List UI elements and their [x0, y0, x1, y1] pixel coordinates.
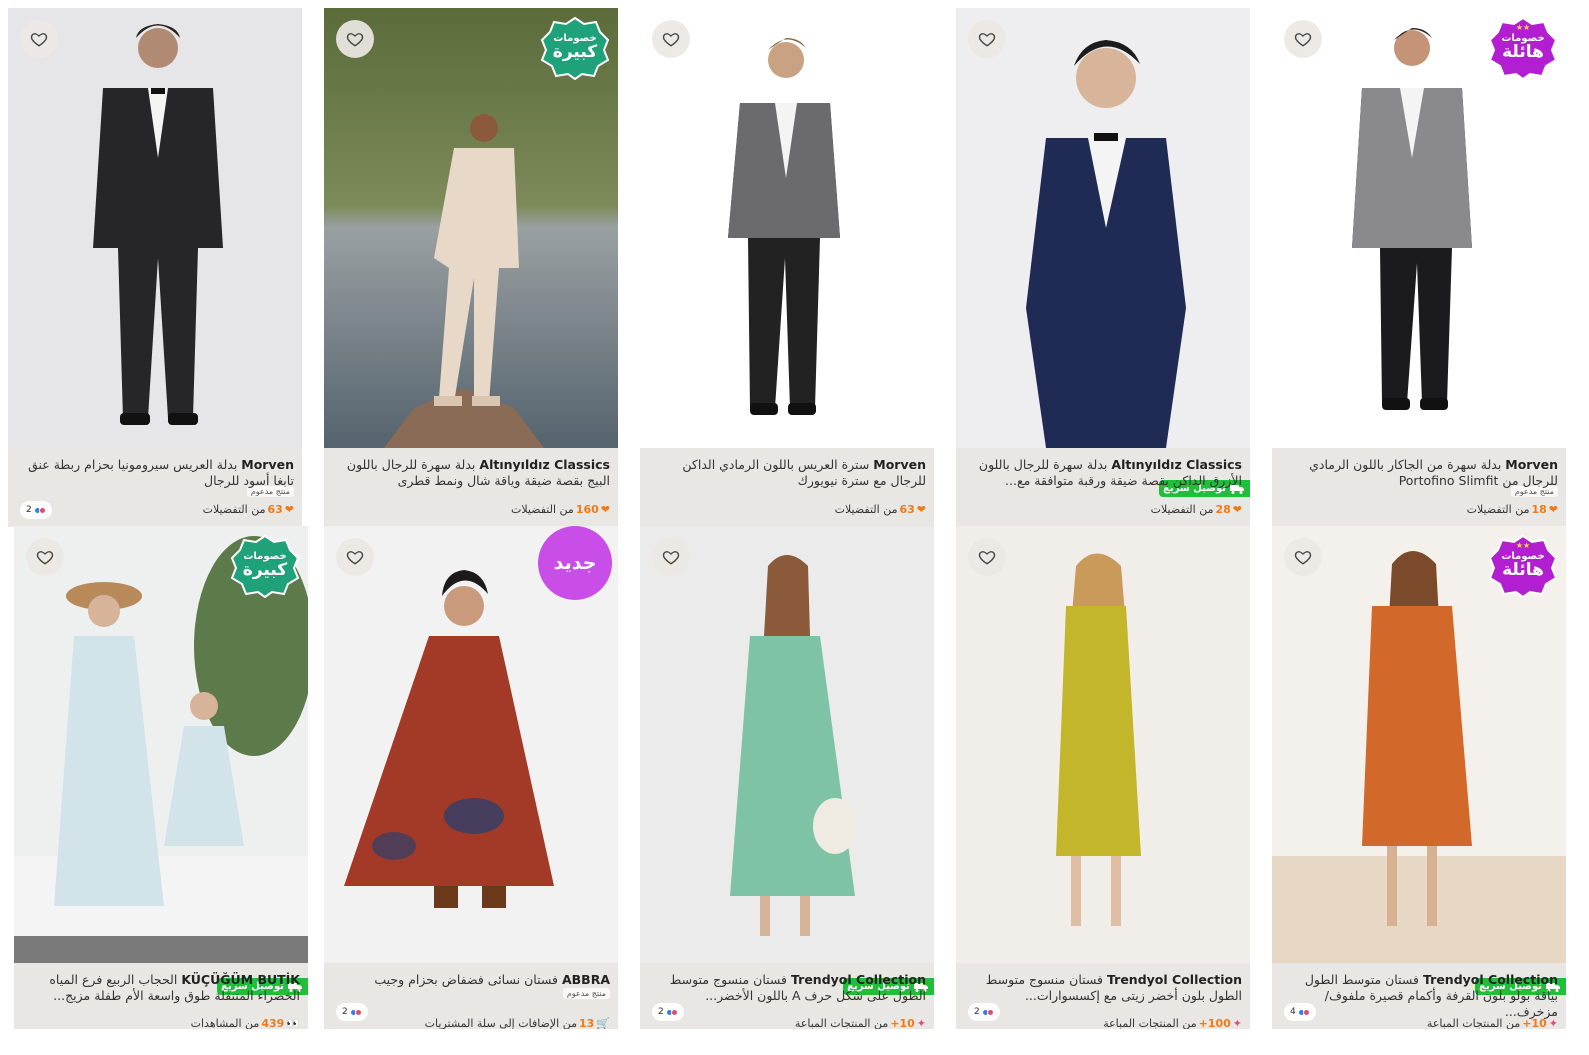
product-stat: ❤160من التفضيلات — [510, 503, 610, 516]
product-stat: ✦100+من المنتجات المباعة — [1103, 1017, 1242, 1029]
brand-name: Morven — [241, 457, 294, 472]
favorite-button[interactable] — [20, 20, 58, 58]
product-stat: ❤18من التفضيلات — [1466, 503, 1558, 516]
brand-name: Trendyol Collection — [1107, 972, 1242, 987]
favorite-button[interactable] — [1284, 20, 1322, 58]
product-name: فستان نسائى فضفاض بحزام وجيب — [374, 972, 558, 987]
brand-name: ABBRA — [561, 972, 610, 987]
product-card[interactable]: ★★ خصومات هائلة منتج مدعوم Morven بدلة سه… — [1272, 8, 1566, 527]
favorite-button[interactable] — [968, 20, 1006, 58]
product-card[interactable]: خصومات كبيرة توصيل سريع KÜÇÜĞÜM BUTİK الح… — [14, 526, 308, 1029]
brand-name: Trendyol Collection — [791, 972, 926, 987]
product-title[interactable]: Morven سترة العريس باللون الرمادي الداكن… — [650, 457, 926, 489]
discount-badge: ★★ خصومات هائلة — [1488, 534, 1558, 599]
product-image[interactable] — [640, 526, 934, 963]
favorite-button[interactable] — [336, 20, 374, 58]
heart-outline-icon — [36, 551, 54, 565]
product-card[interactable]: جديد منتج مدعوم 2 ABBRA فستان نسائى فضفا… — [324, 526, 618, 1029]
heart-outline-icon — [30, 33, 48, 47]
sponsored-label: منتج مدعوم — [562, 988, 610, 999]
favorite-button[interactable] — [652, 538, 690, 576]
product-card[interactable]: منتج مدعوم 2 Morven بدلة العريس سيروموني… — [8, 8, 302, 527]
product-title[interactable]: Altınyıldız Classics بدلة سهرة للرجال با… — [966, 457, 1242, 489]
cart-icon: 🛒 — [596, 1017, 610, 1029]
product-title[interactable]: Morven بدلة سهرة من الجاكار باللون الرما… — [1282, 457, 1558, 489]
product-stat: ❤63من التفضيلات — [202, 503, 294, 516]
heart-outline-icon — [978, 551, 996, 565]
favorite-button[interactable] — [1284, 538, 1322, 576]
product-stat: 👀439من المشاهدات — [190, 1017, 300, 1029]
discount-badge: خصومات كبيرة — [540, 16, 610, 81]
heart-icon: ❤ — [600, 503, 610, 516]
eyes-icon: 👀 — [286, 1017, 300, 1029]
heart-icon: ❤ — [284, 503, 294, 516]
color-dots-icon — [349, 1008, 362, 1016]
heart-outline-icon — [662, 551, 680, 565]
product-card[interactable]: توصيل سريع 2 Trendyol Collection فستان م… — [640, 526, 934, 1029]
product-stat: ✦10+من المنتجات المباعة — [1426, 1017, 1558, 1029]
favorite-button[interactable] — [652, 20, 690, 58]
brand-name: Trendyol Collection — [1423, 972, 1558, 987]
product-title[interactable]: Trendyol Collection فستان متوسط الطول بي… — [1282, 972, 1558, 1020]
product-card[interactable]: Morven سترة العريس باللون الرمادي الداكن… — [640, 8, 934, 527]
brand-name: Altınyıldız Classics — [1111, 457, 1242, 472]
product-image[interactable] — [8, 8, 302, 448]
brand-name: Morven — [1505, 457, 1558, 472]
discount-badge: خصومات كبيرة — [230, 534, 300, 599]
favorite-button[interactable] — [26, 538, 64, 576]
brand-name: Morven — [873, 457, 926, 472]
heart-outline-icon — [346, 551, 364, 565]
product-stat: ✦10+من المنتجات المباعة — [794, 1017, 926, 1029]
product-stat: 🛒13من الإضافات إلى سلة المشتريات — [424, 1017, 610, 1029]
brand-name: KÜÇÜĞÜM BUTİK — [181, 972, 300, 987]
product-title[interactable]: Trendyol Collection فستان منسوج متوسط ال… — [966, 972, 1242, 1004]
product-stat: ❤63من التفضيلات — [834, 503, 926, 516]
product-image[interactable] — [956, 526, 1250, 963]
brand-name: Altınyıldız Classics — [479, 457, 610, 472]
product-title[interactable]: Trendyol Collection فستان منسوج متوسط ال… — [650, 972, 926, 1004]
sparkle-icon: ✦ — [1548, 1017, 1558, 1029]
color-dots-icon — [665, 1008, 678, 1016]
product-title[interactable]: Morven بدلة العريس سيرومونيا بحزام ربطة … — [18, 457, 294, 489]
new-badge: جديد — [538, 526, 612, 600]
favorite-button[interactable] — [336, 538, 374, 576]
heart-outline-icon — [1294, 33, 1312, 47]
product-title[interactable]: Altınyıldız Classics بدلة سهرة للرجال با… — [334, 457, 610, 489]
product-card[interactable]: ★★ خصومات هائلة توصيل سريع 4 Trendyol Col… — [1272, 526, 1566, 1029]
product-title[interactable]: ABBRA فستان نسائى فضفاض بحزام وجيب — [334, 972, 610, 988]
sparkle-icon: ✦ — [916, 1017, 926, 1029]
product-card[interactable]: توصيل سريع Altınyıldız Classics بدلة سهر… — [956, 8, 1250, 527]
heart-outline-icon — [978, 33, 996, 47]
heart-icon: ❤ — [1232, 503, 1242, 516]
product-image[interactable] — [956, 8, 1250, 448]
favorite-button[interactable] — [968, 538, 1006, 576]
product-title[interactable]: KÜÇÜĞÜM BUTİK الحجاب الربيع فرع المياه ا… — [24, 972, 300, 1004]
heart-outline-icon — [346, 33, 364, 47]
discount-badge: ★★ خصومات هائلة — [1488, 16, 1558, 81]
product-card[interactable]: خصومات كبيرة Altınyıldız Classics بدلة سه… — [324, 8, 618, 527]
sparkle-icon: ✦ — [1232, 1017, 1242, 1029]
heart-icon: ❤ — [1548, 503, 1558, 516]
heart-outline-icon — [1294, 551, 1312, 565]
product-stat: ❤28من التفضيلات — [1150, 503, 1242, 516]
heart-outline-icon — [662, 33, 680, 47]
color-dots-icon — [981, 1008, 994, 1016]
heart-icon: ❤ — [916, 503, 926, 516]
product-image[interactable] — [640, 8, 934, 448]
product-card[interactable]: 2 Trendyol Collection فستان منسوج متوسط … — [956, 526, 1250, 1029]
